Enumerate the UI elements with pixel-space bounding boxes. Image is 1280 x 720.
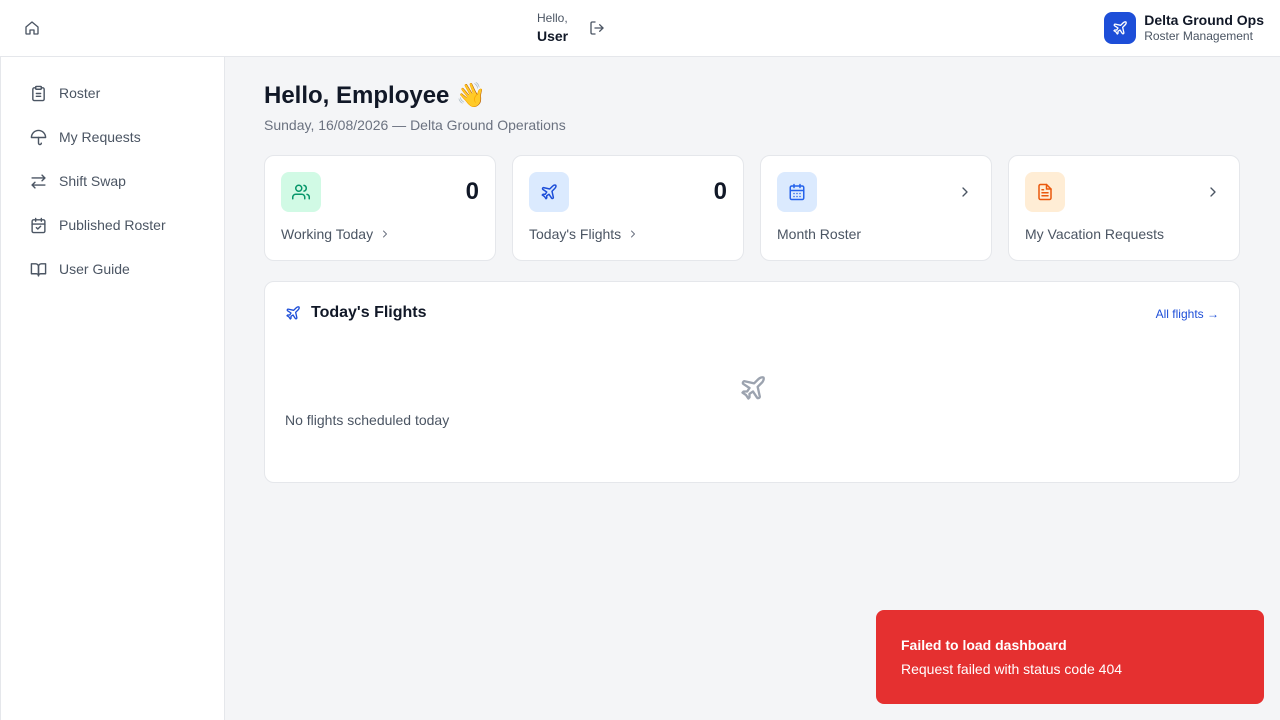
sidebar-item-my-requests[interactable]: My Requests xyxy=(29,125,141,149)
brand-logo xyxy=(1104,12,1137,44)
page-subtitle: Sunday, 16/08/2026 — Delta Ground Operat… xyxy=(264,117,566,133)
plane-icon xyxy=(1113,21,1127,35)
top-bar: Hello, User Delta Ground Ops Roster Mana… xyxy=(0,0,1280,57)
panel-title: Today's Flights xyxy=(311,304,427,321)
calendar-icon xyxy=(789,183,805,201)
sidebar-item-published-roster[interactable]: Published Roster xyxy=(29,213,166,237)
todays-flights-panel: Today's Flights All flights → No flights… xyxy=(264,281,1240,483)
logout-button[interactable] xyxy=(587,18,607,38)
clipboard-icon xyxy=(29,84,47,102)
card-value: 0 xyxy=(713,178,727,205)
umbrella-icon xyxy=(29,128,47,146)
brand-title: Delta Ground Ops xyxy=(1144,12,1264,28)
document-icon xyxy=(1038,183,1052,201)
error-toast[interactable]: Failed to load dashboard Request failed … xyxy=(876,610,1264,704)
chevron-right-icon xyxy=(962,187,968,197)
card-todays-flights[interactable]: 0 Today's Flights xyxy=(512,155,744,261)
card-badge xyxy=(1025,172,1065,212)
plane-icon xyxy=(286,306,300,320)
brand-subtitle: Roster Management xyxy=(1144,29,1253,43)
sidebar-item-label: My Requests xyxy=(59,129,141,145)
sidebar-item-user-guide[interactable]: User Guide xyxy=(29,257,130,281)
sidebar: Roster My Requests Shift Swap Published … xyxy=(0,57,225,720)
page-title: Hello, Employee 👋 xyxy=(264,82,486,109)
sidebar-item-label: User Guide xyxy=(59,261,130,277)
toast-title: Failed to load dashboard xyxy=(901,637,1067,653)
home-icon xyxy=(25,21,39,35)
card-label: My Vacation Requests xyxy=(1025,226,1165,242)
card-label: Today's Flights xyxy=(529,226,622,242)
card-badge xyxy=(281,172,321,212)
sidebar-item-roster[interactable]: Roster xyxy=(29,81,100,105)
card-label: Month Roster xyxy=(777,226,862,242)
chevron-right-icon xyxy=(631,230,636,238)
logout-icon xyxy=(590,21,604,35)
empty-state-text: No flights scheduled today xyxy=(285,412,450,428)
card-my-vacation-requests[interactable]: My Vacation Requests xyxy=(1008,155,1240,261)
card-month-roster[interactable]: Month Roster xyxy=(760,155,992,261)
chevron-right-icon xyxy=(1210,187,1216,197)
plane-icon xyxy=(541,184,557,200)
brand: Delta Ground Ops Roster Management xyxy=(1104,12,1264,44)
greeting-label: Hello, xyxy=(537,11,568,25)
toast-message: Request failed with status code 404 xyxy=(901,661,1123,677)
sidebar-item-shift-swap[interactable]: Shift Swap xyxy=(29,169,126,193)
swap-arrows-icon xyxy=(29,172,47,190)
users-icon xyxy=(292,184,310,200)
sidebar-item-label: Shift Swap xyxy=(59,173,126,189)
all-flights-link[interactable]: All flights → xyxy=(1156,307,1219,321)
card-value: 0 xyxy=(465,178,479,205)
user-greeting: Hello, User xyxy=(537,10,568,46)
sidebar-item-label: Published Roster xyxy=(59,217,166,233)
plane-icon xyxy=(741,376,765,400)
user-name: User xyxy=(537,28,569,44)
card-badge xyxy=(777,172,817,212)
card-label: Working Today xyxy=(281,226,374,242)
sidebar-item-label: Roster xyxy=(59,85,101,101)
card-badge xyxy=(529,172,569,212)
card-working-today[interactable]: 0 Working Today xyxy=(264,155,496,261)
chevron-right-icon xyxy=(383,230,388,238)
home-button[interactable] xyxy=(22,18,42,38)
calendar-check-icon xyxy=(29,216,47,234)
book-icon xyxy=(29,260,47,278)
